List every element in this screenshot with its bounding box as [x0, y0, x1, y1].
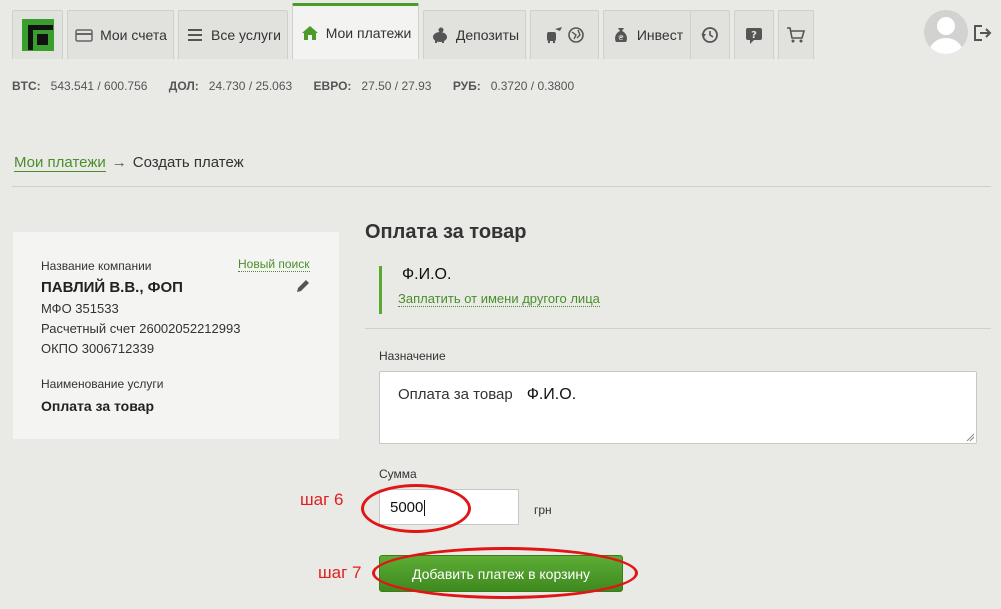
step-7-highlight: [372, 547, 638, 599]
okpo-text: ОКПО 3006712339: [41, 341, 155, 356]
rate-rub: РУБ: 0.3720 / 0.3800: [452, 79, 575, 93]
exchange-rates: BTC: 543.541 / 600.756 ДОЛ: 24.730 / 25.06…: [12, 79, 592, 93]
account-text: Расчетный счет 26002052212993: [41, 321, 241, 336]
logo-tab[interactable]: [12, 10, 63, 59]
tab-label: Инвест: [636, 27, 684, 43]
history-icon: [701, 27, 718, 43]
tab-history[interactable]: [690, 10, 730, 59]
svg-text:₴: ₴: [618, 34, 624, 42]
rate-eur: ЕВРО: 27.50 / 27.93: [313, 79, 432, 93]
logout-icon[interactable]: [972, 24, 992, 42]
mfo-text: МФО 351533: [41, 301, 119, 316]
rate-usd: ДОЛ: 24.730 / 25.063: [168, 79, 293, 93]
breadcrumb-arrow: →: [111, 154, 127, 171]
divider: [12, 186, 991, 187]
service-label: Наименование услуги: [41, 377, 164, 391]
rate-btc: BTC: 543.541 / 600.756: [12, 79, 148, 93]
edit-pencil-icon[interactable]: [295, 278, 311, 294]
purpose-textarea[interactable]: Оплата за товар Ф.И.О.: [379, 371, 977, 444]
form-title: Оплата за товар: [365, 221, 527, 243]
recipient-card: Название компании Новый поиск ПАВЛИЙ В.В…: [13, 232, 339, 439]
tab-all-services[interactable]: Все услуги: [178, 10, 288, 59]
step-6-annotation: шаг 6: [300, 490, 344, 509]
tab-travel[interactable]: [530, 10, 599, 59]
tab-cart[interactable]: [778, 10, 814, 59]
divider: [365, 328, 991, 329]
service-name: Оплата за товар: [41, 398, 154, 414]
payer-block: Ф.И.О. Заплатить от имени другого лица: [379, 266, 679, 314]
purpose-text: Оплата за товар: [398, 386, 513, 403]
cart-icon: [787, 27, 806, 43]
top-navigation: Мои счета Все услуги Мои платежи Депозит…: [0, 0, 1001, 62]
globe-icon: [567, 27, 584, 43]
company-name: ПАВЛИЙ В.В., ФОП: [41, 279, 183, 296]
tab-label: Депозиты: [455, 27, 520, 43]
list-icon: [188, 29, 203, 41]
step-6-highlight: [361, 484, 471, 533]
purpose-label: Назначение: [379, 349, 446, 363]
money-bag-icon: ₴: [614, 28, 627, 42]
purpose-name: Ф.И.О.: [526, 386, 577, 403]
svg-text:?: ?: [751, 30, 757, 41]
travel-icon: [546, 27, 562, 44]
tab-deposits[interactable]: Депозиты: [423, 10, 526, 59]
breadcrumb-current: Создать платеж: [132, 154, 244, 171]
step-7-annotation: шаг 7: [318, 563, 362, 582]
breadcrumb: Мои платежи → Создать платеж: [14, 154, 244, 172]
tab-help[interactable]: ?: [734, 10, 774, 59]
help-icon: ?: [746, 28, 762, 44]
pay-for-other-link[interactable]: Заплатить от имени другого лица: [398, 291, 600, 307]
resize-handle-icon[interactable]: [966, 433, 974, 441]
tab-label: Мои платежи: [325, 24, 412, 41]
privatbank-logo-icon: [21, 19, 54, 51]
user-avatar[interactable]: [924, 10, 968, 54]
tab-label: Все услуги: [211, 27, 281, 43]
company-label: Название компании: [41, 259, 152, 273]
card-icon: [75, 29, 93, 42]
tab-label: Мои счета: [100, 27, 167, 43]
amount-label: Сумма: [379, 467, 417, 481]
breadcrumb-my-payments-link[interactable]: Мои платежи: [14, 154, 106, 172]
tab-my-accounts[interactable]: Мои счета: [67, 10, 174, 59]
tab-my-payments[interactable]: Мои платежи: [292, 3, 419, 59]
new-search-link[interactable]: Новый поиск: [238, 257, 310, 272]
currency-label: грн: [534, 503, 552, 517]
home-icon: [301, 25, 318, 40]
payer-name: Ф.И.О.: [402, 266, 452, 283]
tab-invest[interactable]: ₴ Инвест: [603, 10, 691, 59]
piggy-bank-icon: [432, 27, 447, 43]
